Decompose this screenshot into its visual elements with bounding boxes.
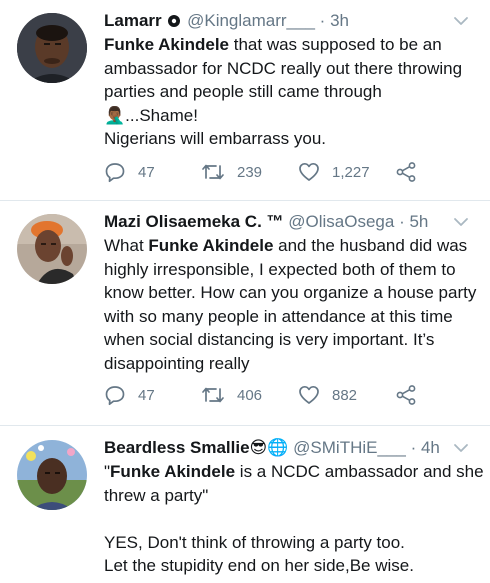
divider [0,200,490,201]
mention-text: Funke Akindele [104,35,230,54]
chevron-down-icon[interactable] [452,439,470,457]
heart-icon [299,385,319,404]
like-count: 1,227 [332,163,370,181]
avatar[interactable] [17,214,87,284]
retweet-button[interactable]: 239 [201,161,262,183]
tweet-text: Funke Akindele that was supposed to be a… [104,35,463,148]
tweet-text: "Funke Akindele is a NCDC ambassador and… [104,462,484,575]
heart-icon [299,162,319,181]
tweet-header: Beardless Smallie😎🌐 @SMiTHiE___ · 4h [104,437,440,459]
facepalm-emoji: 🤦🏾‍♂️ [104,105,126,125]
reply-count: 47 [138,386,155,404]
retweet-icon [202,164,224,180]
tweet-header: Mazi Olisaemeka C. ™ @OlisaOsega · 5h [104,211,428,233]
tweet-actions: 47 239 1,227 [104,161,434,185]
display-name[interactable]: Mazi Olisaemeka C. ™ [104,212,284,231]
chevron-down-icon[interactable] [452,12,470,30]
mention-text: Funke Akindele [110,462,236,481]
user-handle[interactable]: @SMiTHiE___ [293,438,406,457]
like-button[interactable]: 1,227 [298,161,370,183]
avatar[interactable] [17,440,87,510]
reply-button[interactable]: 47 [104,384,155,406]
share-icon [396,162,416,182]
avatar[interactable] [17,13,87,83]
timestamp[interactable]: 5h [409,212,428,231]
tweet-text: What Funke Akindele and the husband did … [104,236,477,373]
tweet-actions: 47 406 882 [104,384,434,408]
separator-dot: · [399,212,410,231]
settings-badge-icon [168,15,181,27]
retweet-button[interactable]: 406 [201,384,262,406]
share-button[interactable] [395,161,417,183]
divider [0,425,490,426]
tweet-header: Lamarr @Kinglamarr___ · 3h [104,10,349,32]
share-button[interactable] [395,384,417,406]
reply-count: 47 [138,163,155,181]
display-name[interactable]: Lamarr [104,11,162,30]
reply-button[interactable]: 47 [104,161,155,183]
user-handle[interactable]: @OlisaOsega [288,212,394,231]
tweet-card[interactable]: Mazi Olisaemeka C. ™ @OlisaOsega · 5h Wh… [0,211,490,411]
reply-icon [105,386,125,406]
retweet-count: 239 [237,163,263,181]
mention-text: Funke Akindele [148,236,274,255]
display-name[interactable]: Beardless Smallie [104,438,250,457]
reply-icon [105,163,125,183]
like-count: 882 [332,386,358,404]
retweet-count: 406 [237,386,263,404]
like-button[interactable]: 882 [298,384,357,406]
chevron-down-icon[interactable] [452,213,470,231]
separator-dot: · [410,438,421,457]
timestamp[interactable]: 4h [421,438,440,457]
name-emojis: 😎🌐 [249,438,289,457]
timestamp[interactable]: 3h [330,11,349,30]
share-icon [396,385,416,405]
separator-dot: · [319,11,331,30]
tweet-card[interactable]: Lamarr @Kinglamarr___ · 3h Funke Akindel… [0,10,490,195]
user-handle[interactable]: @Kinglamarr___ [187,11,315,30]
tweet-card[interactable]: Beardless Smallie😎🌐 @SMiTHiE___ · 4h "Fu… [0,437,490,583]
retweet-icon [202,387,224,403]
